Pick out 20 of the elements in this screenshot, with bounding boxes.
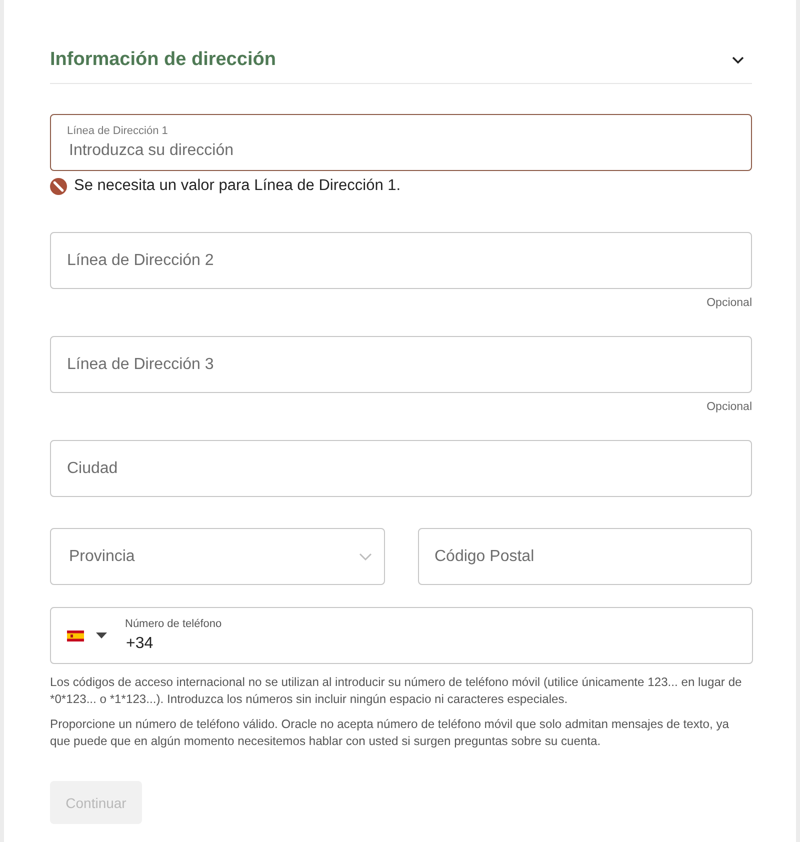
caret-icon: [96, 632, 107, 638]
text-field[interactable]: Código Postal: [418, 528, 752, 585]
help-text: Los códigos de acceso internacional no se utilizan al introducir su número de teléfono móvil (utilice únicamente 123... en lugar de *0*123... o *1*123...). Introduzca los números sin incluir ningún espacio ni caracteres especiales.: [50, 674, 743, 708]
collapse-button[interactable]: [732, 56, 744, 64]
chevron-icon: [358, 552, 372, 560]
flag-icon: [67, 630, 84, 641]
text-field[interactable]: Ciudad: [50, 440, 752, 497]
chevron-icon: [732, 56, 744, 64]
text-field[interactable]: Línea de Dirección 3: [50, 336, 752, 393]
field-label: Línea de Dirección 1: [67, 124, 168, 138]
field-label: Número de teléfono: [125, 617, 222, 631]
error-message: Se necesita un valor para Línea de Dirección 1.: [74, 177, 401, 195]
province-select[interactable]: Provincia: [50, 528, 384, 585]
error-icon: [50, 178, 67, 194]
optional-hint: Opcional: [706, 400, 752, 414]
section-title: Información de dirección: [50, 48, 276, 72]
text-field[interactable]: Línea de Dirección 2: [50, 232, 752, 289]
country-select-button[interactable]: [67, 630, 107, 641]
help-text: Proporcione un número de teléfono válido. Oracle no acepta número de teléfono móvil que solo admitan mensajes de texto, ya que puede que en algún momento necesitemos hablar con usted si surgen preguntas sobre su cuenta.: [50, 716, 730, 750]
optional-hint: Opcional: [706, 296, 752, 310]
